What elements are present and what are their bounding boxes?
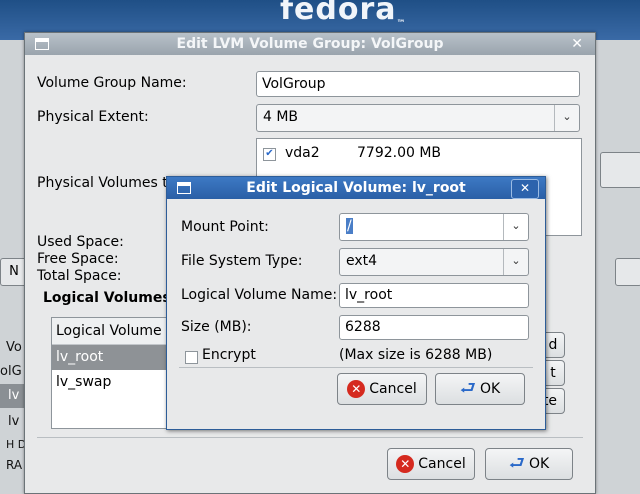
pv-size: 7792.00 MB (357, 145, 442, 161)
edit-logical-volume-dialog: Edit Logical Volume: lv_root ✕ Mount Poi… (166, 176, 546, 430)
lv-add-label: d (548, 337, 558, 353)
pv-name: vda2 (285, 145, 320, 161)
lv-list-header[interactable]: Logical Volume N (52, 318, 182, 345)
encrypt-checkbox[interactable] (185, 351, 198, 364)
logical-volumes-heading: Logical Volumes (43, 290, 171, 306)
ok-arrow-icon: ⮐ (459, 378, 476, 399)
max-size-note: (Max size is 6288 MB) (339, 347, 493, 363)
lv-list-header-text: Logical Volume N (56, 323, 177, 339)
encrypt-label[interactable]: Encrypt (202, 347, 256, 363)
size-label: Size (MB): (181, 319, 252, 335)
fs-type-select[interactable]: ext4 ⌄ (339, 248, 529, 276)
physical-extent-value: 4 MB (263, 109, 299, 125)
lvm-ok-label: OK (529, 456, 550, 472)
lvm-cancel-button[interactable]: ✕ Cancel (387, 448, 475, 480)
chevron-down-icon[interactable]: ⌄ (503, 214, 528, 240)
used-space-label: Used Space: (37, 234, 124, 250)
vg-name-input[interactable]: VolGroup (256, 71, 580, 97)
bg-label-4: lv (8, 414, 20, 429)
separator (179, 367, 533, 368)
size-input[interactable]: 6288 (339, 315, 529, 340)
close-icon[interactable]: ✕ (571, 33, 583, 55)
mount-point-input[interactable]: / (346, 218, 353, 234)
fedora-logo: fedora™ (280, 0, 407, 29)
ok-arrow-icon: ⮐ (508, 453, 525, 474)
lv-edit-label: t (550, 365, 556, 381)
physical-extent-label: Physical Extent: (37, 109, 149, 125)
lv-name-label: Logical Volume Name: (181, 287, 338, 303)
total-space-label: Total Space: (37, 268, 122, 284)
logical-volumes-list[interactable]: Logical Volume N lv_root lv_swap (51, 317, 183, 429)
cancel-icon: ✕ (396, 455, 415, 473)
close-icon[interactable]: ✕ (511, 179, 539, 199)
vg-name-label: Volume Group Name: (37, 75, 187, 91)
bg-label-3: lv (8, 388, 20, 403)
lvm-cancel-label: Cancel (418, 456, 466, 472)
list-item[interactable]: lv_swap (52, 370, 182, 395)
physical-volumes-label: Physical Volumes to (37, 175, 177, 191)
bg-right-button[interactable] (615, 258, 640, 286)
lvm-ok-button[interactable]: ⮐ OK (485, 448, 573, 480)
mount-point-combo[interactable]: / ⌄ (339, 213, 529, 241)
bg-label-6: RA (6, 458, 23, 472)
window-menu-icon[interactable] (177, 182, 191, 194)
elv-cancel-button[interactable]: ✕ Cancel (337, 373, 427, 405)
fs-type-value: ext4 (346, 253, 378, 269)
physical-extent-select[interactable]: 4 MB ⌄ (256, 104, 580, 132)
lvm-title: Edit LVM Volume Group: VolGroup (176, 36, 444, 52)
cancel-icon: ✕ (347, 380, 366, 398)
elv-ok-label: OK (480, 381, 501, 397)
elv-titlebar: Edit Logical Volume: lv_root ✕ (167, 177, 545, 199)
fs-type-label: File System Type: (181, 253, 303, 269)
window-menu-icon[interactable] (35, 38, 49, 50)
bg-label-1: Vo (6, 340, 22, 355)
elv-cancel-label: Cancel (369, 381, 417, 397)
lvm-titlebar: Edit LVM Volume Group: VolGroup ✕ (25, 33, 595, 55)
lv-item-root: lv_root (56, 349, 104, 365)
elv-title: Edit Logical Volume: lv_root (246, 180, 466, 196)
list-item[interactable]: lv_root (52, 345, 182, 370)
free-space-label: Free Space: (37, 251, 119, 267)
elv-ok-button[interactable]: ⮐ OK (435, 373, 525, 405)
chevron-down-icon: ⌄ (503, 249, 528, 275)
chevron-down-icon: ⌄ (554, 105, 579, 131)
mount-point-label: Mount Point: (181, 219, 269, 235)
lv-item-swap: lv_swap (56, 374, 112, 390)
bg-label-2: olG (0, 364, 22, 379)
pv-checkbox[interactable]: ✔ (263, 148, 276, 161)
lv-name-input[interactable]: lv_root (339, 283, 529, 308)
pv-row[interactable]: ✔ vda2 7792.00 MB (263, 145, 563, 163)
bg-right-widget (600, 152, 640, 188)
separator (37, 437, 583, 438)
